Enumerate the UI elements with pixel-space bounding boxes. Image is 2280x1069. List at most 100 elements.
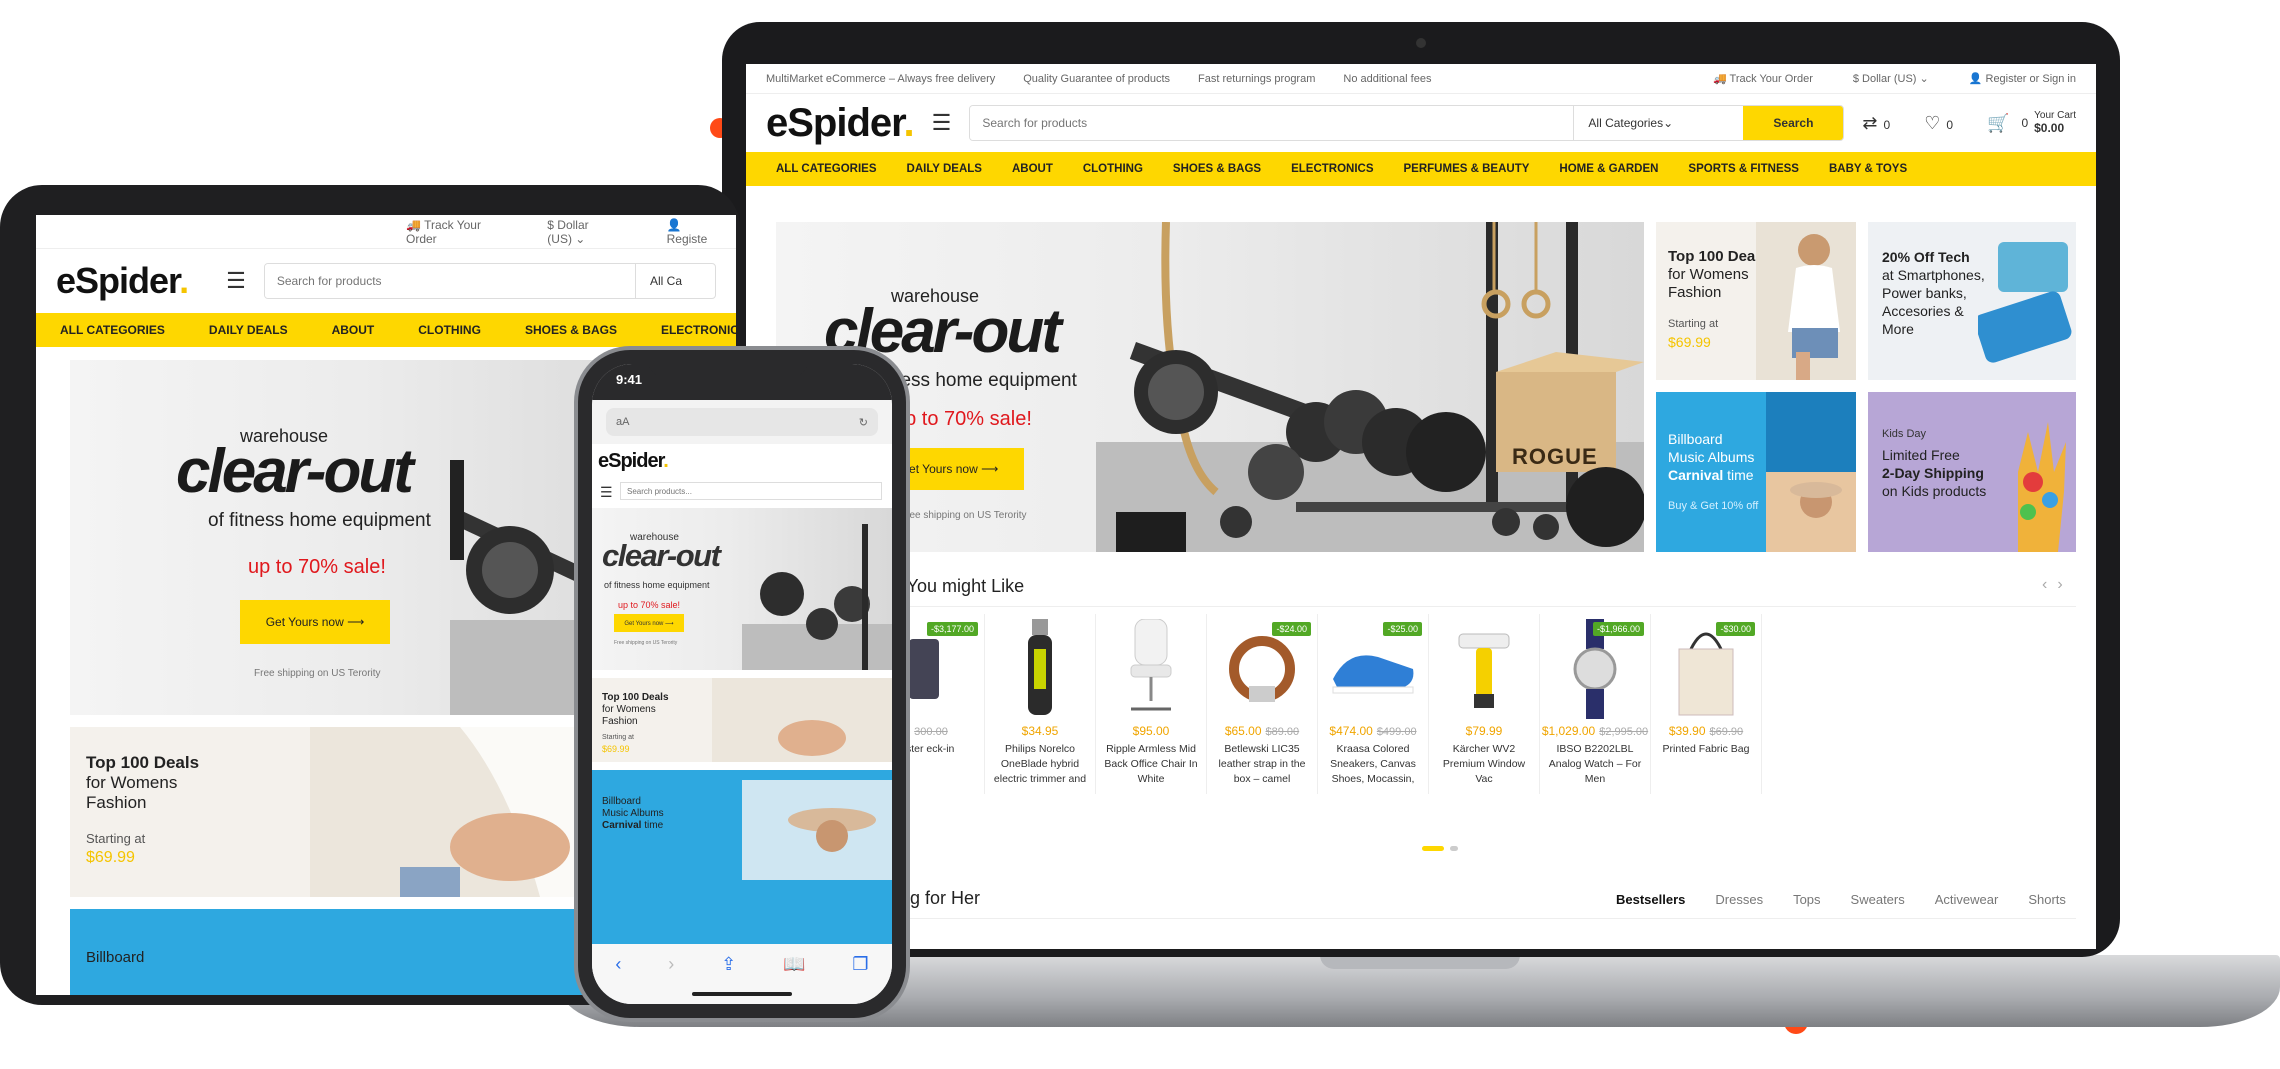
wishlist-button[interactable]: ♡ 0 [1924,113,1953,134]
product-name[interactable]: Ripple Armless Mid Back Office Chair In … [1096,742,1206,787]
carousel-dot[interactable] [1450,846,1458,851]
nav-item-clothing[interactable]: CLOTHING [1083,163,1143,175]
currency-dropdown[interactable]: $ Dollar (US) ⌄ [547,218,616,246]
tab-tops[interactable]: Tops [1793,892,1820,907]
book-icon[interactable]: 📖 [783,954,805,975]
tab-bestsellers[interactable]: Bestsellers [1616,892,1685,907]
truck-icon: 🚚 [406,217,425,232]
product-name[interactable]: Kraasa Colored Sneakers, Canvas Shoes, M… [1318,742,1428,787]
nav-item-baby-toys[interactable]: BABY & TOYS [1829,163,1907,175]
product-card[interactable]: $79.99 Kärcher WV2 Premium Window Vac [1429,614,1540,794]
logo[interactable]: eSpider. [766,101,915,146]
laptop-device: MultiMarket eCommerce – Always free deli… [722,22,2120,957]
product-name[interactable]: Kärcher WV2 Premium Window Vac [1429,742,1539,787]
search-input[interactable] [264,264,635,298]
hero-cta-button[interactable]: Get Yours now ⟶ [240,600,390,644]
track-order-link[interactable]: 🚚 Track Your Order [406,218,497,246]
phone-time: 9:41 [616,372,643,387]
hero-footnote: Free shipping on US Terority [254,668,381,679]
hamburger-icon[interactable]: ☰ [600,484,613,501]
promo-deals-title1: Top 100 Deals [86,753,200,772]
currency-dropdown[interactable]: $ Dollar (US) ⌄ [1853,72,1929,85]
promo-kids-day[interactable]: Kids Day Limited Free 2-Day Shipping on Ki… [1868,392,2076,552]
header-actions: ⇄ 0 ♡ 0 🛒 0 Your Cart $0.00 [1862,110,2076,136]
compare-button[interactable]: ⇄ 0 [1862,113,1890,134]
search-button[interactable]: Search [1743,106,1844,140]
search-bar: All Categories ⌄ Search [969,105,1845,141]
nav-item-about[interactable]: ABOUT [1012,163,1053,175]
hamburger-icon[interactable]: ☰ [226,268,246,294]
nav-item-daily-deals[interactable]: DAILY DEALS [209,323,288,337]
product-card[interactable]: -$24.00 $65.00 $89.00 Betlewski LIC35 lea… [1207,614,1318,794]
product-price: $34.95 [985,724,1095,738]
product-card[interactable]: -$1,966.00 $1,029.00 $2,995.00 IBSO B2202… [1540,614,1651,794]
product-card[interactable]: -$25.00 $474.00 $499.00 Kraasa Colored Sn… [1318,614,1429,794]
nav-item-electronics[interactable]: ELECTRONICS [661,323,736,337]
logo-text: eSpider [598,450,664,472]
tablet-top-bar: 🚚 Track Your Order $ Dollar (US) ⌄ 👤 Reg… [36,215,736,249]
fitness-equipment-image [1096,222,1644,552]
product-name[interactable]: Betlewski LIC35 leather strap in the box… [1207,742,1317,787]
hero-cta-button[interactable]: Get Yours now ⟶ [614,614,684,632]
logo[interactable]: eSpider. [56,260,189,302]
hero-line-equipment: of fitness home equipment [208,510,431,531]
nav-item-about[interactable]: ABOUT [332,323,375,337]
tab-sweaters[interactable]: Sweaters [1851,892,1905,907]
cart-summary: Your Cart $0.00 [2034,110,2076,136]
hero-line-sale: up to 70% sale! [248,556,386,578]
share-icon[interactable]: ⇪ [721,954,736,975]
product-current-price: $1,029.00 [1541,724,1596,738]
reload-icon[interactable]: ↻ [859,416,868,429]
product-card[interactable]: -$30.00 $39.90 $69.90 Printed Fabric Bag [1651,614,1762,794]
reader-aa-button[interactable]: aA [616,416,629,428]
logo[interactable]: eSpider. [598,450,669,473]
product-name[interactable]: Printed Fabric Bag [1651,742,1761,757]
nav-item-clothing[interactable]: CLOTHING [418,323,481,337]
hamburger-icon[interactable]: ☰ [932,110,952,136]
account-link[interactable]: 👤 Register or Sign in [1969,72,2076,85]
nav-item-sports-fitness[interactable]: SPORTS & FITNESS [1688,163,1799,175]
carousel-dots[interactable] [1422,846,1458,851]
product-name[interactable]: IBSO B2202LBL Analog Watch – For Men [1540,742,1650,787]
back-icon[interactable]: ‹ [615,954,621,975]
promo-top-deals[interactable]: Top 100 Deals for Womens Fashion Starting … [1656,222,1856,380]
phone-search-input[interactable] [620,482,882,500]
promo-tech-offer[interactable]: 20% Off Tech at Smartphones, Power banks, A… [1868,222,2076,380]
truck-icon: 🚚 [1712,73,1730,85]
logo-dot: . [663,450,668,472]
tabs-icon[interactable]: ❐ [852,954,868,975]
cart-button[interactable]: 🛒 0 Your Cart $0.00 [1987,110,2076,136]
phone-promo-top-deals[interactable]: Top 100 Deals for Womens Fashion Starting … [592,678,892,762]
hero-banner[interactable]: warehouse clear-out of fitness home equi… [776,222,1644,552]
promo-music-albums[interactable]: Billboard Music Albums Carnival time Buy &… [1656,392,1856,552]
product-name[interactable]: Philips Norelco OneBlade hybrid electric… [985,742,1095,787]
nav-item-electronics[interactable]: ELECTRONICS [1291,163,1373,175]
tab-shorts[interactable]: Shorts [2028,892,2066,907]
nav-item-shoes-bags[interactable]: SHOES & BAGS [1173,163,1261,175]
phone-url-bar[interactable]: aA ↻ [606,408,878,436]
phone-promo-music[interactable]: Billboard Music Albums Carnival time [592,770,892,944]
nav-item-home-garden[interactable]: HOME & GARDEN [1559,163,1658,175]
nav-item-shoes-bags[interactable]: SHOES & BAGS [525,323,617,337]
phone-hero-banner[interactable]: warehouse clear-out of fitness home equi… [592,508,892,670]
promo-music-title: Billboard Music Albums Carnival time [602,796,664,832]
carousel-dot-active[interactable] [1422,846,1444,851]
topbar-note-returns: Fast returnings program [1198,72,1316,85]
carousel-arrows[interactable]: ‹› [2042,576,2073,594]
category-select[interactable]: All Categories ⌄ [1573,106,1743,140]
product-card[interactable]: $95.00 Ripple Armless Mid Back Office Ch… [1096,614,1207,794]
forward-icon[interactable]: › [668,954,674,975]
track-order-link[interactable]: 🚚 Track Your Order [1713,72,1813,85]
promo-deals-title1: Top 100 Deals [602,692,669,703]
nav-item-all-categories[interactable]: ALL CATEGORIES [776,163,877,175]
category-select[interactable]: All Ca [635,264,715,298]
nav-item-daily-deals[interactable]: DAILY DEALS [907,163,982,175]
product-card[interactable]: $34.95 Philips Norelco OneBlade hybrid e… [985,614,1096,794]
site-header: eSpider. ☰ All Categories ⌄ Search ⇄0 ♡0… [746,94,2096,152]
search-input[interactable] [970,106,1574,140]
nav-item-perfumes-beauty[interactable]: PERFUMES & BEAUTY [1404,163,1530,175]
account-link[interactable]: 👤 Registe [667,218,716,246]
tab-dresses[interactable]: Dresses [1715,892,1763,907]
nav-item-all-categories[interactable]: ALL CATEGORIES [60,323,165,337]
tab-activewear[interactable]: Activewear [1935,892,1999,907]
